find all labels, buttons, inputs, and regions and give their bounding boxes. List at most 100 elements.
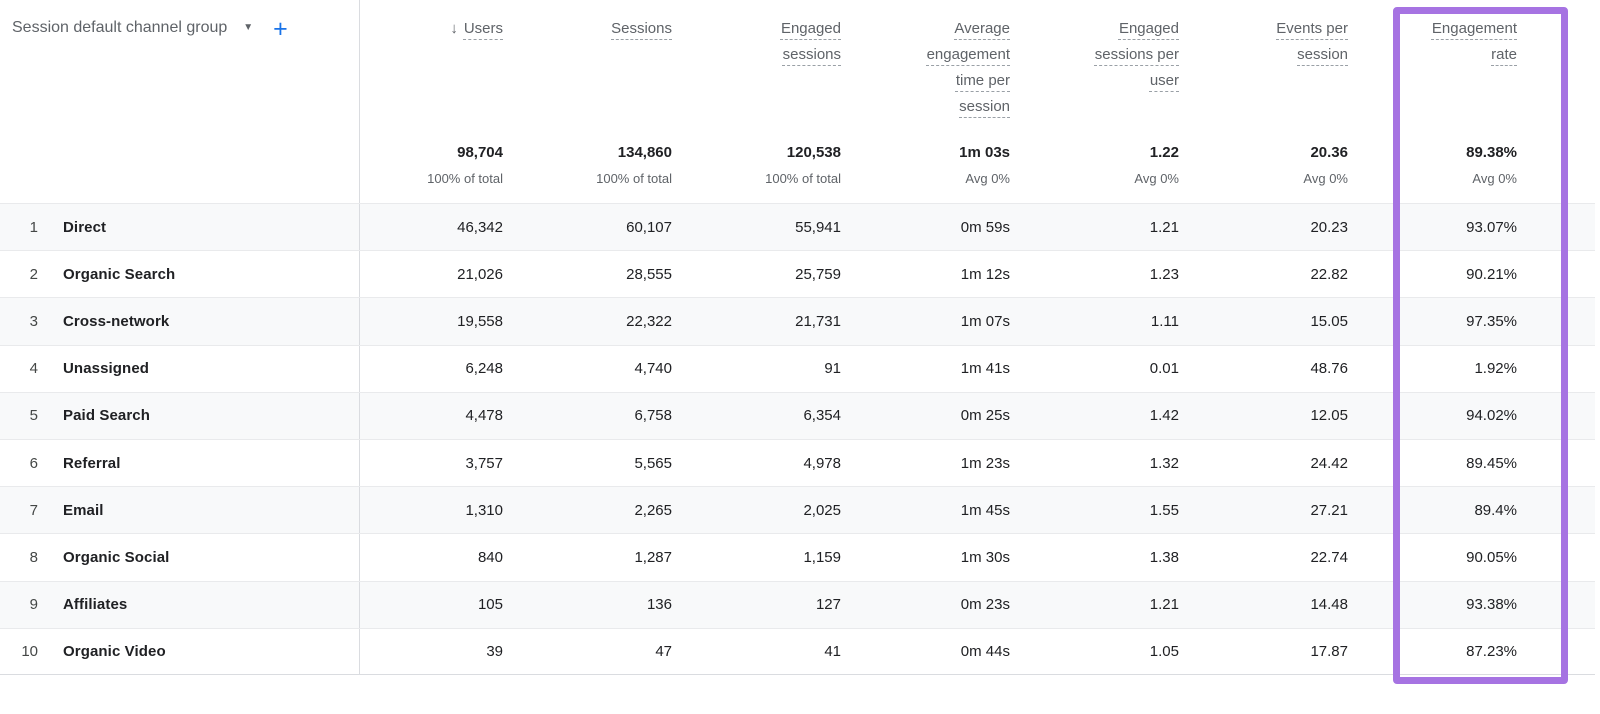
metric-cell-engaged-sessions-per-user: 1.55 [1149, 501, 1179, 519]
metric-cell-events-per-session: 15.05 [1310, 312, 1348, 330]
column-header-label: Events per session [1276, 20, 1348, 63]
metric-cell-engaged-sessions: 6,354 [803, 407, 841, 425]
metric-cell-engagement-rate: 87.23% [1466, 642, 1517, 660]
totals-subtext: Avg 0% [965, 171, 1010, 186]
dimension-cell: 6 Referral [0, 439, 360, 487]
row-spacer [1543, 393, 1595, 439]
column-header-users[interactable]: ↓ Users [360, 0, 529, 130]
metric-cell-engagement-rate: 93.07% [1466, 218, 1517, 236]
row-spacer [1543, 440, 1595, 486]
totals-subtext: Avg 0% [1134, 171, 1179, 186]
column-header-avg-engagement-time-per-session[interactable]: Average engagement time per session [867, 0, 1036, 130]
metric-cell-avg-engagement-time-per-session: 0m 23s [960, 596, 1010, 614]
row-spacer [1543, 487, 1595, 533]
column-header-sessions[interactable]: Sessions [529, 0, 698, 130]
row-rank: 9 [29, 596, 38, 614]
metric-cell-engaged-sessions: 1,159 [803, 548, 841, 566]
metric-cell-engaged-sessions-per-user: 1.05 [1149, 642, 1179, 660]
dimension-cell: 8 Organic Social [0, 534, 360, 581]
metric-cell-events-per-session: 22.74 [1310, 548, 1348, 566]
row-rank: 5 [29, 407, 38, 425]
metric-cell-users: 1,310 [465, 501, 503, 519]
table-row: 3 Cross-network 19,558 22,322 21,731 1m 07s 1.… [0, 297, 1595, 345]
caret-down-icon[interactable]: ▼ [243, 18, 253, 38]
metric-cell-events-per-session: 14.48 [1310, 596, 1348, 614]
header-spacer [1543, 0, 1595, 130]
metric-cell-sessions: 6,758 [634, 407, 672, 425]
totals-cell-sessions: 134,860 100% of total [529, 130, 698, 203]
totals-cell-engagement-rate: 89.38% Avg 0% [1374, 130, 1543, 203]
metric-cell-avg-engagement-time-per-session: 1m 23s [960, 454, 1010, 472]
metric-cell-avg-engagement-time-per-session: 1m 45s [960, 501, 1010, 519]
totals-subtext: 100% of total [427, 171, 503, 186]
row-rank: 3 [29, 312, 38, 330]
table-row: 5 Paid Search 4,478 6,758 6,354 0m 25s 1.42 12.… [0, 391, 1595, 439]
column-header-engaged-sessions[interactable]: Engaged sessions [698, 0, 867, 130]
metric-cell-sessions: 28,555 [626, 265, 672, 283]
totals-cell-engaged-sessions-per-user: 1.22 Avg 0% [1036, 130, 1205, 203]
metric-cell-users: 4,478 [465, 407, 503, 425]
column-header-events-per-session[interactable]: Events per session [1205, 0, 1374, 130]
dimension-header-label[interactable]: Session default channel group [12, 18, 227, 38]
dimension-cell: 3 Cross-network [0, 298, 360, 345]
row-rank: 2 [29, 265, 38, 283]
metric-cell-sessions: 1,287 [634, 548, 672, 566]
metric-cell-engaged-sessions-per-user: 1.42 [1149, 407, 1179, 425]
metric-cell-engaged-sessions-per-user: 1.32 [1149, 454, 1179, 472]
totals-subtext: Avg 0% [1472, 171, 1517, 186]
totals-value: 89.38% [1466, 144, 1517, 161]
metric-cell-events-per-session: 20.23 [1310, 218, 1348, 236]
table-row: 7 Email 1,310 2,265 2,025 1m 45s 1.55 27.21 89.4… [0, 486, 1595, 534]
column-header-label: Average engagement time per session [926, 20, 1010, 115]
column-header-label: Engagement rate [1431, 20, 1517, 63]
row-rank: 10 [21, 642, 38, 660]
metric-cell-avg-engagement-time-per-session: 1m 30s [960, 548, 1010, 566]
metric-cell-users: 19,558 [457, 312, 503, 330]
column-header-engagement-rate[interactable]: Engagement rate [1374, 0, 1543, 130]
totals-value: 120,538 [786, 144, 841, 161]
metric-cell-engaged-sessions: 127 [815, 596, 841, 614]
row-spacer [1543, 534, 1595, 580]
metric-cell-sessions: 136 [646, 596, 672, 614]
totals-spacer [1543, 130, 1595, 203]
row-spacer [1543, 251, 1595, 297]
totals-value: 20.36 [1310, 144, 1348, 161]
channel-name: Paid Search [63, 407, 150, 425]
metric-cell-events-per-session: 22.82 [1310, 265, 1348, 283]
sort-descending-icon: ↓ [450, 20, 458, 37]
metric-cell-events-per-session: 12.05 [1310, 407, 1348, 425]
totals-subtext: Avg 0% [1303, 171, 1348, 186]
metric-cell-events-per-session: 24.42 [1310, 454, 1348, 472]
add-column-button[interactable]: + [273, 17, 288, 42]
metric-cell-users: 46,342 [457, 218, 503, 236]
dimension-cell: 7 Email [0, 487, 360, 534]
channel-group-table: Session default channel group ▼ + ↓ Users… [0, 0, 1595, 684]
row-spacer [1543, 204, 1595, 250]
metric-cell-users: 39 [486, 642, 503, 660]
metric-cell-engagement-rate: 93.38% [1466, 596, 1517, 614]
table-row: 2 Organic Search 21,026 28,555 25,759 1m 12s 1… [0, 250, 1595, 298]
table-body: 1 Direct 46,342 60,107 55,941 0m 59s 1.21 20.23… [0, 203, 1595, 675]
row-rank: 7 [29, 501, 38, 519]
dimension-cell: 1 Direct [0, 204, 360, 251]
metric-cell-users: 6,248 [465, 360, 503, 378]
metric-cell-events-per-session: 48.76 [1310, 360, 1348, 378]
metric-cell-avg-engagement-time-per-session: 0m 44s [960, 642, 1010, 660]
metric-cell-engaged-sessions-per-user: 1.11 [1150, 312, 1179, 330]
column-header-engaged-sessions-per-user[interactable]: Engaged sessions per user [1036, 0, 1205, 130]
table-header-row: Session default channel group ▼ + ↓ Users… [0, 0, 1595, 130]
table-row: 9 Affiliates 105 136 127 0m 23s 1.21 14.48 93.38… [0, 580, 1595, 628]
metric-cell-engaged-sessions-per-user: 1.21 [1149, 218, 1179, 236]
metric-cell-engagement-rate: 89.4% [1474, 501, 1517, 519]
channel-name: Unassigned [63, 360, 150, 378]
metric-cell-users: 840 [477, 548, 503, 566]
dimension-cell: 2 Organic Search [0, 251, 360, 298]
metric-cell-engaged-sessions: 25,759 [795, 265, 841, 283]
metric-cell-sessions: 47 [655, 642, 672, 660]
totals-subtext: 100% of total [596, 171, 672, 186]
metric-cell-engagement-rate: 94.02% [1466, 407, 1517, 425]
totals-value: 98,704 [457, 144, 503, 161]
metric-cell-users: 105 [477, 596, 503, 614]
row-rank: 1 [29, 218, 38, 236]
channel-name: Direct [63, 218, 107, 236]
